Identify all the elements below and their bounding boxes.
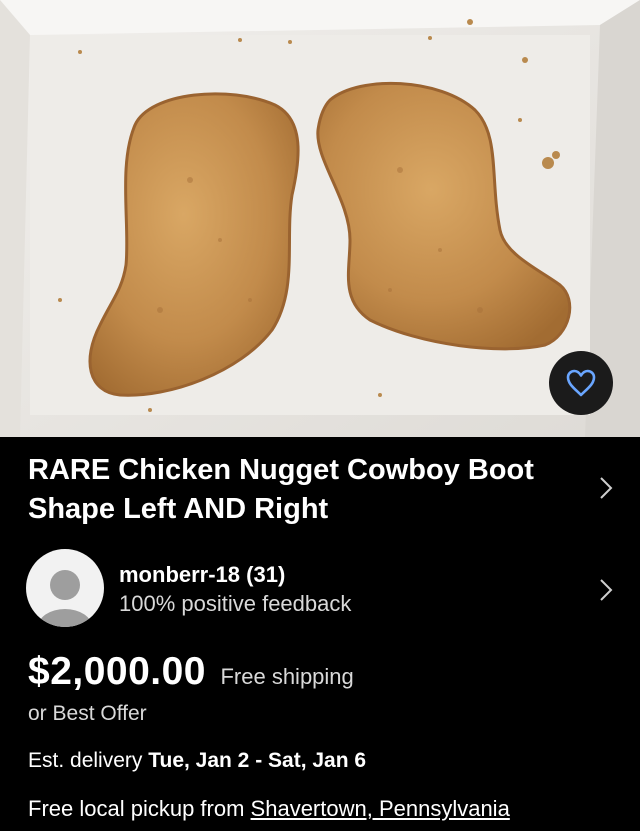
seller-feedback: 100% positive feedback <box>119 591 352 616</box>
listing-photo[interactable] <box>0 0 640 437</box>
delivery-dates: Tue, Jan 2 - Sat, Jan 6 <box>148 749 367 772</box>
listing-title-row[interactable]: RARE Chicken Nugget Cowboy Boot Shape Le… <box>28 451 628 529</box>
pickup-location-link[interactable]: Shavertown, Pennsylvania <box>251 796 510 821</box>
seller-name: monberr-18 (31) <box>119 562 286 587</box>
best-offer-text: or Best Offer <box>28 702 147 725</box>
pickup-label: Free local pickup from <box>28 796 245 821</box>
user-avatar-icon <box>26 549 104 627</box>
delivery-label: Est. delivery <box>28 749 143 772</box>
nugget-photo-image <box>0 0 640 437</box>
price-row: $2,000.00 Free shipping <box>28 650 354 694</box>
listing-title: RARE Chicken Nugget Cowboy Boot Shape Le… <box>28 454 534 525</box>
local-pickup: Free local pickup from Shavertown, Penns… <box>28 796 510 822</box>
seller-info-row[interactable]: monberr-18 (31) 100% positive feedback <box>26 549 626 629</box>
shipping-info: Free shipping <box>220 664 354 689</box>
price: $2,000.00 <box>28 650 207 693</box>
chevron-right-icon[interactable] <box>599 578 613 602</box>
estimated-delivery: Est. delivery Tue, Jan 2 - Sat, Jan 6 <box>28 749 366 773</box>
heart-icon <box>566 369 596 397</box>
watchlist-heart-button[interactable] <box>549 351 613 415</box>
chevron-right-icon[interactable] <box>599 476 613 500</box>
